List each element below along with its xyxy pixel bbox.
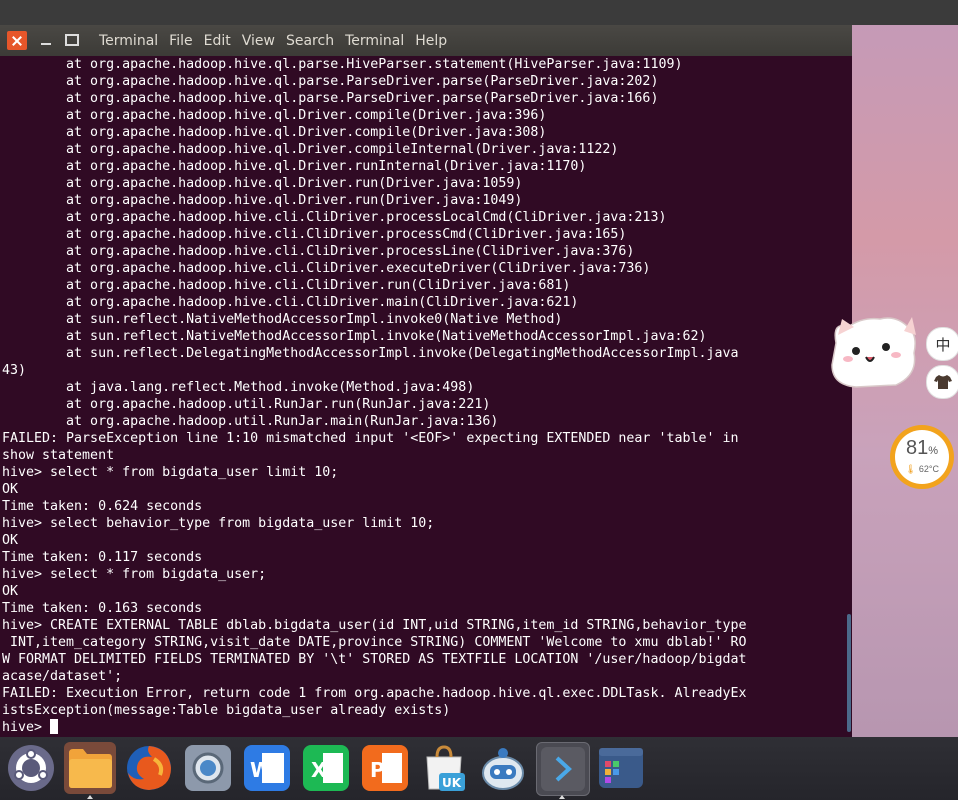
terminal-prompt: hive>	[2, 720, 51, 735]
terminal-line: at java.lang.reflect.Method.invoke(Metho…	[66, 380, 475, 395]
terminal-window: Terminal File Edit View Search Terminal …	[0, 25, 852, 737]
menu-view[interactable]: View	[242, 33, 275, 49]
terminal-output[interactable]: at org.apache.hadoop.hive.ql.parse.HiveP…	[0, 56, 845, 737]
dock: W X P UK	[0, 737, 958, 800]
terminal-line: at org.apache.hadoop.util.RunJar.main(Ru…	[66, 414, 499, 429]
terminal-line: FAILED: ParseException line 1:10 mismatc…	[2, 431, 739, 446]
terminal-line: at org.apache.hadoop.hive.cli.CliDriver.…	[66, 295, 579, 310]
ubuntu-logo-icon[interactable]	[5, 742, 57, 794]
terminal-line: at org.apache.hadoop.hive.cli.CliDriver.…	[66, 210, 667, 225]
terminal-line: at sun.reflect.NativeMethodAccessorImpl.…	[66, 329, 707, 344]
scrollbar-thumb[interactable]	[847, 614, 851, 732]
terminal-line: at org.apache.hadoop.hive.ql.Driver.runI…	[66, 159, 587, 174]
menu-edit[interactable]: Edit	[204, 33, 231, 49]
menu-bar: Terminal File Edit View Search Terminal …	[99, 25, 458, 56]
terminal-line: at org.apache.hadoop.hive.ql.Driver.comp…	[66, 142, 619, 157]
terminal-line: Time taken: 0.624 seconds	[2, 499, 203, 514]
terminal-line: at org.apache.hadoop.hive.ql.parse.Parse…	[66, 91, 659, 106]
input-language-button[interactable]: 中	[926, 327, 958, 361]
terminal-line: 43)	[2, 363, 27, 378]
svg-text:W: W	[250, 758, 272, 782]
menu-terminal-app[interactable]: Terminal	[99, 33, 158, 49]
terminal-line: Time taken: 0.163 seconds	[2, 601, 203, 616]
terminal-line: at org.apache.hadoop.util.RunJar.run(Run…	[66, 397, 491, 412]
gauge-temp-value: 62°C	[918, 464, 940, 474]
text-cursor	[50, 719, 59, 734]
maximize-window-button[interactable]	[62, 31, 82, 50]
terminal-line: hive> select * from bigdata_user;	[2, 567, 267, 582]
robot-updater-icon[interactable]	[477, 742, 529, 794]
software-center-icon[interactable]: UK	[418, 742, 470, 794]
terminal-line: at org.apache.hadoop.hive.cli.CliDriver.…	[66, 227, 627, 242]
terminal-line: at org.apache.hadoop.hive.cli.CliDriver.…	[66, 244, 635, 259]
system-monitor-gauge[interactable]: 81% 🌡 62°C	[890, 425, 954, 489]
terminal-line: istsException(message:Table bigdata_user…	[2, 703, 451, 718]
thermometer-icon: 🌡	[904, 464, 917, 474]
terminal-line: show statement	[2, 448, 115, 463]
close-window-button[interactable]	[7, 31, 27, 50]
menu-terminal[interactable]: Terminal	[345, 33, 404, 49]
gauge-value: 81	[905, 437, 929, 459]
terminal-line: at org.apache.hadoop.hive.cli.CliDriver.…	[66, 261, 651, 276]
svg-text:UK: UK	[442, 776, 462, 790]
cat-sticker-icon	[826, 313, 918, 397]
terminal-line: OK	[2, 584, 19, 599]
terminal-line: at org.apache.hadoop.hive.cli.CliDriver.…	[66, 278, 571, 293]
minimize-window-button[interactable]	[36, 31, 56, 50]
terminal-line: OK	[2, 482, 19, 497]
terminal-line: OK	[2, 533, 19, 548]
terminal-line: hive> CREATE EXTERNAL TABLE dblab.bigdat…	[2, 618, 747, 633]
terminal-line: at org.apache.hadoop.hive.ql.Driver.run(…	[66, 176, 523, 191]
wps-writer-icon[interactable]: W	[241, 742, 293, 794]
terminal-line: at org.apache.hadoop.hive.ql.parse.HiveP…	[66, 57, 683, 72]
screenshot-icon[interactable]	[182, 742, 234, 794]
gauge-unit: %	[928, 445, 939, 457]
menu-file[interactable]: File	[169, 33, 192, 49]
window-titlebar: Terminal File Edit View Search Terminal …	[0, 25, 852, 56]
wps-spreadsheet-icon[interactable]: X	[300, 742, 352, 794]
shirt-icon[interactable]	[926, 365, 958, 399]
svg-text:P: P	[370, 758, 385, 782]
terminal-line: at sun.reflect.NativeMethodAccessorImpl.…	[66, 312, 563, 327]
terminal-line: hive> select behavior_type from bigdata_…	[2, 516, 435, 531]
files-icon[interactable]	[64, 742, 116, 794]
terminal-line: Time taken: 0.117 seconds	[2, 550, 203, 565]
wps-presentation-icon[interactable]: P	[359, 742, 411, 794]
terminal-line: at org.apache.hadoop.hive.ql.parse.Parse…	[66, 74, 659, 89]
terminal-line: acase/dataset';	[2, 669, 123, 684]
gauge-face: 81% 🌡 62°C	[895, 430, 949, 484]
firefox-icon[interactable]	[123, 742, 175, 794]
terminal-line: FAILED: Execution Error, return code 1 f…	[2, 686, 747, 701]
running-indicator	[87, 795, 93, 799]
top-panel	[0, 0, 958, 25]
workspace-switcher-icon[interactable]	[595, 742, 647, 794]
menu-search[interactable]: Search	[286, 33, 334, 49]
terminal-line: hive> select * from bigdata_user limit 1…	[2, 465, 339, 480]
terminal-line: at org.apache.hadoop.hive.ql.Driver.comp…	[66, 108, 547, 123]
terminal-line: at sun.reflect.DelegatingMethodAccessorI…	[66, 346, 739, 361]
gauge-temperature: 🌡 62°C	[895, 464, 949, 475]
menu-help[interactable]: Help	[415, 33, 447, 49]
terminal-text: at org.apache.hadoop.hive.ql.parse.HiveP…	[0, 56, 747, 736]
terminal-icon[interactable]	[536, 742, 590, 796]
terminal-line: W FORMAT DELIMITED FIELDS TERMINATED BY …	[2, 652, 747, 667]
terminal-line: INT,item_category STRING,visit_date DATE…	[10, 635, 747, 650]
svg-text:X: X	[311, 758, 327, 782]
terminal-line: at org.apache.hadoop.hive.ql.Driver.comp…	[66, 125, 547, 140]
terminal-line: at org.apache.hadoop.hive.ql.Driver.run(…	[66, 193, 523, 208]
gauge-percent: 81%	[895, 437, 949, 460]
